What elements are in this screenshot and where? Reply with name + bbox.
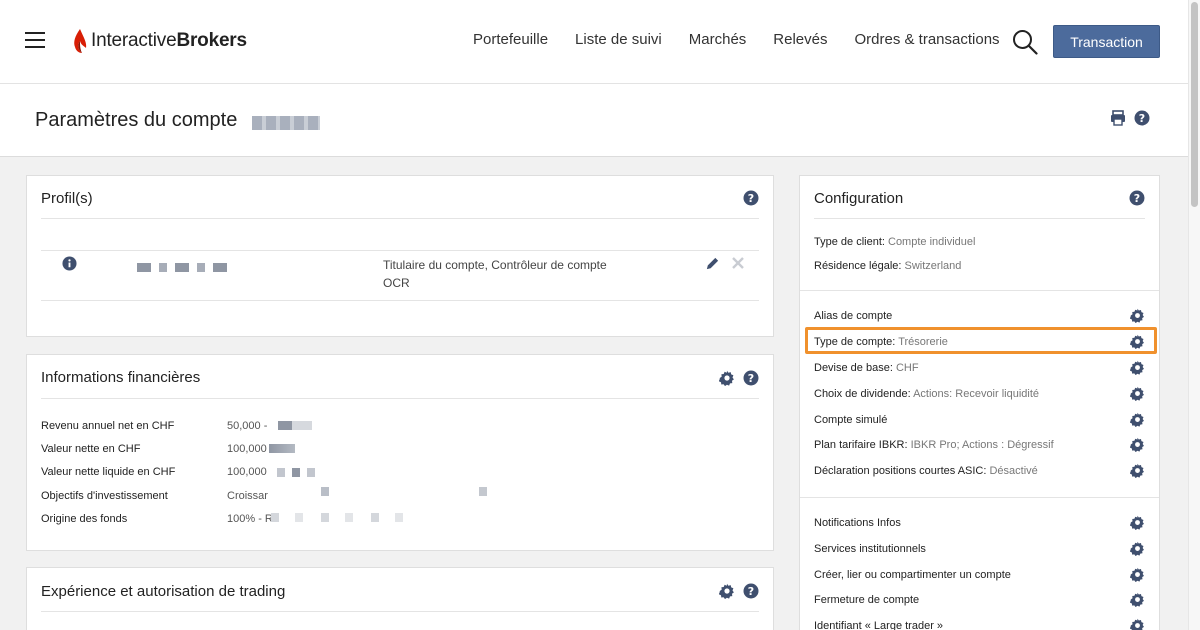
setting-asic-short[interactable]: Déclaration positions courtes ASIC: Désa…: [814, 465, 1038, 477]
svg-text:?: ?: [748, 192, 754, 205]
gear-icon[interactable]: [719, 370, 735, 386]
setting-account-alias[interactable]: Alias de compte: [814, 310, 892, 322]
service-close-account[interactable]: Fermeture de compte: [814, 594, 919, 606]
trading-experience-title: Expérience et autorisation de trading: [41, 583, 286, 600]
financial-row-value: 100,000: [227, 443, 267, 455]
scrollbar-thumb[interactable]: [1191, 2, 1198, 207]
gear-icon[interactable]: [1130, 437, 1145, 452]
profile-role-line: Titulaire du compte, Contrôleur de compt…: [383, 258, 607, 272]
gear-icon[interactable]: [1130, 308, 1145, 323]
info-icon[interactable]: [62, 256, 77, 271]
gear-icon[interactable]: [1130, 386, 1145, 401]
service-institutional[interactable]: Services institutionnels: [814, 543, 926, 555]
financial-info-title: Informations financières: [41, 369, 201, 386]
logo-flame-icon: [74, 29, 87, 53]
value-redacted: [269, 444, 295, 453]
brand-name: InteractiveBrokers: [91, 30, 247, 51]
svg-text:?: ?: [748, 585, 754, 598]
value-redacted: [278, 421, 312, 430]
financial-row-value: Croissar: [227, 490, 268, 502]
search-icon[interactable]: [1012, 29, 1038, 55]
svg-text:?: ?: [1134, 192, 1140, 205]
nav-liste-de-suivi[interactable]: Liste de suivi: [575, 31, 662, 48]
help-icon[interactable]: ?: [1129, 190, 1145, 206]
financial-row-label: Origine des fonds: [41, 513, 128, 525]
help-icon[interactable]: ?: [743, 370, 759, 386]
value-redacted: [271, 513, 411, 522]
profiles-panel: Profil(s) ? Titulaire du compte, Contrôl…: [26, 175, 774, 337]
gear-icon[interactable]: [719, 583, 735, 599]
configuration-panel: Configuration ? Type de client: Compte i…: [799, 175, 1160, 630]
nav-portefeuille[interactable]: Portefeuille: [473, 31, 548, 48]
svg-text:?: ?: [748, 372, 754, 385]
gear-icon[interactable]: [1130, 515, 1145, 530]
financial-row-label: Revenu annuel net en CHF: [41, 420, 175, 432]
divider: [800, 290, 1159, 291]
setting-base-currency[interactable]: Devise de base: CHF: [814, 362, 919, 374]
nav-marches[interactable]: Marchés: [689, 31, 747, 48]
service-create-link-account[interactable]: Créer, lier ou compartimenter un compte: [814, 569, 1011, 581]
divider: [41, 398, 759, 399]
divider: [800, 497, 1159, 498]
divider: [41, 611, 759, 612]
gear-icon[interactable]: [1130, 618, 1145, 630]
edit-pencil-icon[interactable]: [705, 256, 720, 271]
print-icon[interactable]: [1110, 110, 1126, 126]
gear-icon[interactable]: [1130, 412, 1145, 427]
divider: [814, 218, 1145, 219]
value-redacted: [479, 487, 487, 496]
configuration-title: Configuration: [814, 190, 904, 207]
gear-icon[interactable]: [1130, 541, 1145, 556]
financial-row-value: 50,000 -: [227, 420, 268, 432]
help-icon[interactable]: ?: [743, 583, 759, 599]
header-actions: ?: [1110, 110, 1150, 126]
close-icon[interactable]: [732, 257, 744, 269]
hamburger-menu-icon[interactable]: [25, 32, 45, 48]
profile-roles: Titulaire du compte, Contrôleur de compt…: [383, 256, 607, 292]
divider: [41, 250, 759, 251]
help-icon[interactable]: ?: [1134, 110, 1150, 126]
divider: [41, 218, 759, 219]
page-scrollbar[interactable]: [1188, 0, 1200, 630]
profile-role-line: OCR: [383, 276, 410, 290]
divider: [41, 300, 759, 301]
page-title: Paramètres du compte: [35, 109, 238, 131]
nav-releves[interactable]: Relevés: [773, 31, 827, 48]
service-large-trader-id[interactable]: Identifiant « Large trader »: [814, 620, 943, 630]
setting-pricing-plan[interactable]: Plan tarifaire IBKR: IBKR Pro; Actions :…: [814, 439, 1054, 451]
financial-row-label: Valeur nette liquide en CHF: [41, 466, 176, 478]
svg-text:?: ?: [1139, 112, 1145, 125]
client-type: Type de client: Compte individuel: [814, 236, 976, 248]
setting-paper-account[interactable]: Compte simulé: [814, 414, 887, 426]
top-navigation-bar: InteractiveBrokers Portefeuille Liste de…: [0, 0, 1188, 84]
financial-info-panel: Informations financières ? Revenu annuel…: [26, 354, 774, 551]
financial-row-label: Valeur nette en CHF: [41, 443, 141, 455]
service-notifications[interactable]: Notifications Infos: [814, 517, 901, 529]
value-redacted: [277, 468, 321, 477]
setting-dividend-choice[interactable]: Choix de dividende: Actions: Recevoir li…: [814, 388, 1039, 400]
gear-icon[interactable]: [1130, 463, 1145, 478]
account-id-redacted: [252, 116, 320, 130]
trading-experience-panel: Expérience et autorisation de trading ?: [26, 567, 774, 630]
financial-row-value: 100% - R: [227, 513, 273, 525]
page-header: Paramètres du compte ?: [0, 84, 1188, 157]
gear-icon[interactable]: [1130, 592, 1145, 607]
help-icon[interactable]: ?: [743, 190, 759, 206]
nav-ordres-transactions[interactable]: Ordres & transactions: [855, 31, 1000, 48]
main-nav: Portefeuille Liste de suivi Marchés Rele…: [473, 31, 1027, 48]
value-redacted: [321, 487, 329, 496]
transaction-button[interactable]: Transaction: [1053, 25, 1160, 58]
account-type-highlight: [805, 327, 1157, 354]
gear-icon[interactable]: [1130, 360, 1145, 375]
financial-row-label: Objectifs d'investissement: [41, 490, 168, 502]
profile-name-redacted: [137, 263, 229, 272]
profiles-title: Profil(s): [41, 190, 93, 207]
gear-icon[interactable]: [1130, 567, 1145, 582]
brand-logo[interactable]: InteractiveBrokers: [72, 28, 247, 54]
financial-row-value: 100,000: [227, 466, 267, 478]
legal-residence: Résidence légale: Switzerland: [814, 260, 962, 272]
